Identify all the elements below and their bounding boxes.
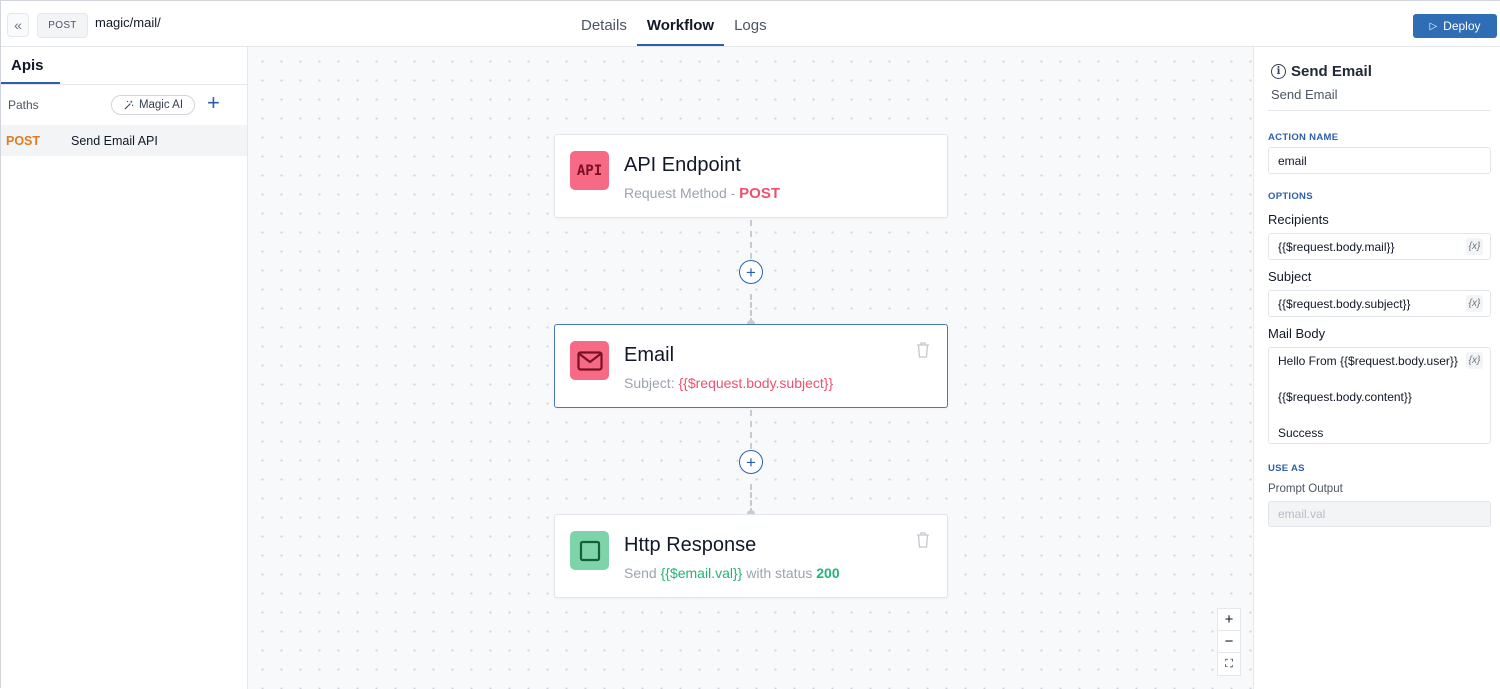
api-sidebar: Apis Paths Magic AI + POST Send Email AP… [1,47,248,689]
options-label: OPTIONS [1268,191,1313,202]
node-sub-prefix: Subject: [624,375,679,391]
mail-body-textarea[interactable]: Hello From {{$request.body.user}} {{$req… [1268,347,1491,444]
recipients-label: Recipients [1268,212,1329,227]
mail-body-label: Mail Body [1268,326,1326,341]
fit-view-button[interactable]: ⛶ [1218,653,1240,675]
node-title: API Endpoint [624,154,741,176]
node-title: Email [624,344,675,366]
add-step-button[interactable]: + [739,450,763,474]
sidebar-divider [1,84,247,85]
variable-picker-button[interactable]: {x} [1466,352,1483,369]
properties-panel: i Send Email Send Email ACTION NAME emai… [1253,47,1500,689]
subject-input[interactable]: {{$request.body.subject}} {x} [1268,290,1491,317]
mail-body-line: {{$request.body.content}} [1278,390,1412,404]
zoom-in-button[interactable]: + [1218,609,1240,631]
info-icon: i [1271,64,1286,79]
paths-label: Paths [8,98,39,112]
http-response-node[interactable]: Http Response Send {{$email.val}} with s… [554,514,948,598]
add-path-icon[interactable]: + [207,91,220,115]
path-list-item[interactable]: POST Send Email API [1,125,247,156]
trash-icon[interactable] [915,531,931,549]
path-method: POST [6,134,41,148]
node-sub-prefix: Request Method - [624,185,740,201]
action-name-input[interactable]: email [1268,147,1491,174]
email-node[interactable]: Email Subject: {{$request.body.subject}} [554,324,948,408]
tab-workflow[interactable]: Workflow [636,1,725,47]
mail-body-line: Hello From {{$request.body.user}} [1278,354,1458,368]
node-status-value: 200 [816,565,840,581]
api-endpoint-node[interactable]: API API Endpoint Request Method - POST [554,134,948,218]
tab-logs[interactable]: Logs [724,1,777,47]
node-subtitle: Subject: {{$request.body.subject}} [624,375,833,391]
variable-picker-button[interactable]: {x} [1466,238,1483,255]
panel-subtitle: Send Email [1271,87,1338,102]
node-var-value: {{$email.val}} [660,565,743,581]
node-method-value: POST [739,185,781,202]
variable-picker-button[interactable]: {x} [1466,295,1483,312]
panel-title-text: Send Email [1291,63,1372,80]
path-name: Send Email API [71,134,158,148]
app-window: « POST magic/mail/ Details Workflow Logs… [0,0,1500,689]
collapse-sidebar-icon[interactable]: « [7,13,29,37]
sidebar-title[interactable]: Apis [11,57,44,74]
subject-value: {{$request.body.subject}} [1278,296,1411,311]
workflow-canvas[interactable]: + + API API Endpoint Request Method - PO… [248,47,1253,689]
subject-label: Subject [1268,269,1312,284]
prompt-output-value: email.val [1278,507,1326,521]
action-name-value: email [1278,153,1307,168]
magic-ai-button[interactable]: Magic AI [111,95,195,115]
prompt-output-input: email.val [1268,501,1491,527]
add-step-button[interactable]: + [739,260,763,284]
panel-divider [1268,110,1490,111]
node-subject-value: {{$request.body.subject}} [678,375,834,391]
panel-title: i Send Email [1271,63,1372,80]
prompt-output-label: Prompt Output [1268,483,1343,495]
use-as-label: USE AS [1268,463,1305,474]
node-title: Http Response [624,534,757,556]
node-sub-mid: with status [742,565,817,581]
magic-ai-label: Magic AI [138,99,184,111]
mail-icon [570,341,609,380]
mail-body-line: Success [1278,426,1324,440]
api-icon: API [570,151,609,190]
deploy-button[interactable]: ▷ Deploy [1413,14,1497,38]
deploy-label: Deploy [1443,19,1481,33]
magic-wand-icon [124,100,134,110]
zoom-out-button[interactable]: − [1218,631,1240,653]
action-name-label: ACTION NAME [1268,132,1339,143]
node-sub-prefix: Send [624,565,661,581]
play-icon: ▷ [1429,20,1438,32]
zoom-controls: + − ⛶ [1217,608,1241,676]
node-subtitle: Send {{$email.val}} with status 200 [624,565,840,581]
recipients-input[interactable]: {{$request.body.mail}} {x} [1268,233,1491,260]
method-chip: POST [37,13,88,38]
tab-bar: Details Workflow Logs [571,1,777,47]
node-subtitle: Request Method - POST [624,185,780,202]
trash-icon[interactable] [915,341,931,359]
api-icon-text: API [576,162,603,179]
recipients-value: {{$request.body.mail}} [1278,239,1395,254]
tab-details[interactable]: Details [571,1,637,47]
endpoint-path: magic/mail/ [95,15,161,30]
top-bar: « POST magic/mail/ Details Workflow Logs… [1,1,1500,47]
square-icon [570,531,609,570]
